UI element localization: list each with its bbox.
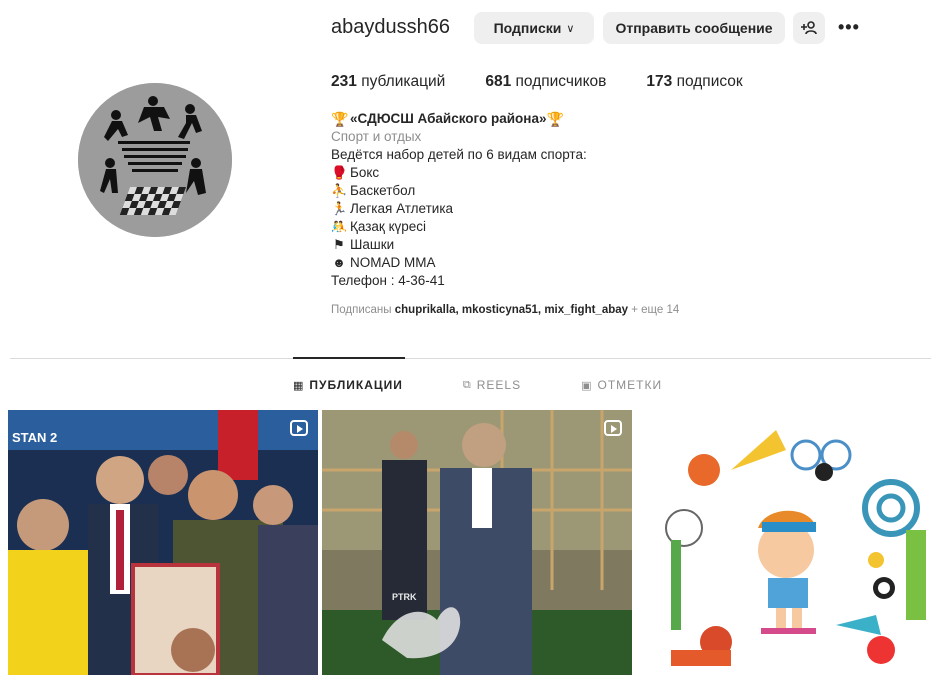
- runner-icon: 🏃: [331, 201, 348, 216]
- trophy-icon: 🏆: [546, 111, 564, 127]
- sport-label: Баскетбол: [350, 183, 416, 198]
- tab-reels-label: REELS: [476, 378, 522, 392]
- posts-label: публикаций: [361, 73, 446, 90]
- profile-bio: 🏆 «СДЮСШ Абайского района» 🏆 Спорт и отд…: [331, 110, 751, 290]
- tab-posts-label: ПУБЛИКАЦИИ: [309, 378, 403, 392]
- following-count: 173: [646, 73, 673, 90]
- avatar-logo: [78, 83, 232, 237]
- send-message-button[interactable]: Отправить сообщение: [603, 12, 785, 44]
- bio-phone: Телефон : 4-36-41: [331, 273, 445, 288]
- reel-indicator-icon: [290, 420, 308, 436]
- sport-item: 🏃 Легкая Атлетика: [331, 200, 751, 218]
- sport-item: 🤼 Қазақ күресі: [331, 218, 751, 236]
- followers-count: 681: [485, 73, 512, 90]
- trophy-icon: 🏆: [331, 111, 349, 127]
- basketball-player-icon: ⛹: [331, 183, 348, 198]
- reels-icon: ⧉: [462, 378, 472, 391]
- tab-tagged[interactable]: ▣ ОТМЕТКИ: [581, 378, 662, 392]
- sport-label: Легкая Атлетика: [350, 201, 454, 216]
- tab-tagged-label: ОТМЕТКИ: [597, 378, 663, 392]
- add-user-button[interactable]: [793, 12, 825, 44]
- following-stat[interactable]: 173 подписок: [646, 73, 742, 91]
- profile-stats: 231 публикаций 681 подписчиков 173 подпи…: [331, 73, 783, 91]
- profile-avatar[interactable]: [78, 83, 232, 237]
- sport-label: Шашки: [350, 237, 395, 252]
- posts-count: 231: [331, 73, 357, 90]
- reel-indicator-icon: [604, 420, 622, 436]
- bio-category: Спорт и отдых: [331, 129, 422, 144]
- following-label: подписок: [676, 73, 743, 90]
- post-image: PTRK: [322, 410, 632, 675]
- sport-label: NOMAD MMA: [350, 255, 436, 270]
- post-image: STAN 2: [8, 410, 318, 675]
- bio-title: «СДЮСШ Абайского района»: [350, 111, 547, 126]
- sport-item: 🥊 Бокс: [331, 164, 751, 182]
- flag-icon: ⚑: [333, 237, 345, 252]
- followers-label: подписчиков: [515, 73, 607, 90]
- add-user-icon: [801, 21, 817, 35]
- grid-icon: ▦: [293, 379, 305, 392]
- post-banner-text: STAN 2: [12, 430, 57, 445]
- post-watermark-text: PTRK: [392, 592, 417, 602]
- mma-icon: ☻: [332, 255, 346, 270]
- subscribed-button[interactable]: Подписки ∨: [474, 12, 594, 44]
- bio-intro: Ведётся набор детей по 6 видам спорта:: [331, 147, 587, 162]
- tabs-divider: [10, 358, 931, 359]
- post-thumbnail[interactable]: [636, 410, 933, 675]
- tagged-icon: ▣: [581, 379, 593, 392]
- sport-item: ⛹ Баскетбол: [331, 182, 751, 200]
- post-image: [636, 410, 933, 675]
- sport-item: ⚑ Шашки: [331, 236, 751, 254]
- sport-label: Қазақ күресі: [350, 219, 426, 234]
- more-options-icon[interactable]: •••: [838, 17, 860, 38]
- followed-by-more: + еще 14: [631, 304, 680, 316]
- followed-by-prefix: Подписаны: [331, 304, 392, 316]
- bio-title-line: 🏆 «СДЮСШ Абайского района» 🏆: [331, 110, 751, 128]
- followed-by[interactable]: Подписаны chuprikalla, mkosticyna51, mix…: [331, 304, 679, 316]
- sport-label: Бокс: [350, 165, 380, 180]
- profile-tabs: ▦ ПУБЛИКАЦИИ ⧉ REELS ▣ ОТМЕТКИ: [293, 378, 722, 392]
- boxing-glove-icon: 🥊: [331, 165, 348, 180]
- subscribed-button-label: Подписки: [493, 20, 562, 36]
- tab-posts[interactable]: ▦ ПУБЛИКАЦИИ: [293, 378, 403, 392]
- chevron-down-icon: ∨: [566, 22, 575, 35]
- tab-reels[interactable]: ⧉ REELS: [463, 378, 521, 392]
- followed-by-users: chuprikalla, mkosticyna51, mix_fight_aba…: [394, 304, 629, 316]
- post-thumbnail[interactable]: STAN 2: [8, 410, 318, 675]
- wrestlers-icon: 🤼: [331, 219, 348, 234]
- sport-item: ☻ NOMAD MMA: [331, 254, 751, 272]
- profile-username: abaydussh66: [331, 16, 450, 38]
- active-tab-indicator: [293, 357, 405, 359]
- post-thumbnail[interactable]: PTRK: [322, 410, 632, 675]
- followers-stat[interactable]: 681 подписчиков: [485, 73, 606, 91]
- posts-stat[interactable]: 231 публикаций: [331, 73, 445, 91]
